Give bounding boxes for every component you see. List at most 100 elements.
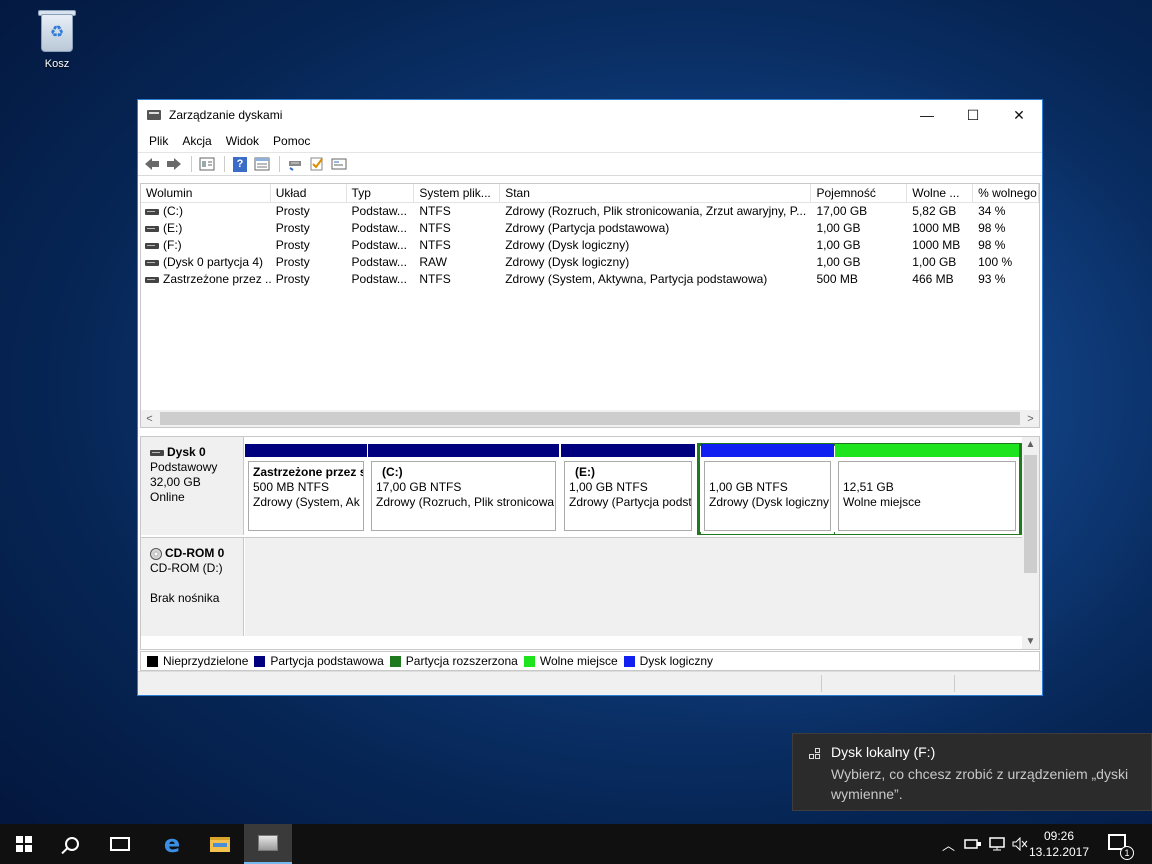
legend-item: Partycja podstawowa	[254, 654, 384, 668]
toast-notification[interactable]: Dysk lokalny (F:) Wybierz, co chcesz zro…	[792, 733, 1152, 811]
back-icon[interactable]	[142, 155, 162, 173]
partition-reserved[interactable]: Zastrzeżone przez s 500 MB NTFS Zdrowy (…	[245, 444, 367, 534]
column-header-uklad[interactable]: Układ	[271, 184, 347, 202]
menu-item-akcja[interactable]: Akcja	[175, 134, 218, 148]
volume-type: Podstaw...	[351, 238, 407, 252]
vertical-scrollbar[interactable]: ▲ ▼	[1022, 437, 1039, 649]
maximize-button[interactable]: ☐	[950, 100, 996, 130]
column-header-typ[interactable]: Typ	[347, 184, 415, 202]
legend-label: Wolne miejsce	[539, 654, 618, 668]
table-row[interactable]: (Dysk 0 partycja 4) Prosty Podstaw... RA…	[141, 254, 1039, 271]
partition-title: (E:)	[575, 465, 595, 479]
partition-color-bar	[835, 444, 1019, 457]
column-header-wolne[interactable]: Wolne ...	[907, 184, 974, 202]
partition-e[interactable]: (E:) 1,00 GB NTFS Zdrowy (Partycja podst	[561, 444, 695, 534]
recycle-bin-label: Kosz	[44, 58, 70, 70]
vertical-scroll-thumb[interactable]	[1024, 455, 1037, 573]
drive-icon	[145, 276, 159, 283]
list-view-icon[interactable]	[252, 155, 272, 173]
scroll-up-icon[interactable]: ▲	[1022, 439, 1039, 450]
forward-icon[interactable]	[164, 155, 184, 173]
scroll-right-icon[interactable]: >	[1022, 413, 1039, 425]
taskbar-clock[interactable]: 09:26 13.12.2017	[1025, 828, 1093, 860]
volume-capacity: 17,00 GB	[816, 204, 868, 218]
menu-item-pomoc[interactable]: Pomoc	[266, 134, 317, 148]
partition-c[interactable]: (C:) 17,00 GB NTFS Zdrowy (Rozruch, Plik…	[368, 444, 559, 534]
volume-name: Zastrzeżone przez ...	[163, 272, 271, 286]
help-icon[interactable]: ?	[230, 155, 250, 173]
partition-status: Zdrowy (Partycja podst	[569, 495, 692, 509]
folder-icon	[210, 836, 230, 852]
disk-management-taskbar-button[interactable]	[244, 824, 292, 864]
partition-color-bar	[368, 444, 559, 457]
column-header-stan[interactable]: Stan	[500, 184, 812, 202]
disk-name: CD-ROM 0	[165, 546, 225, 560]
partition-f-logical[interactable]: 1,00 GB NTFS Zdrowy (Dysk logiczny	[701, 444, 834, 534]
cdrom-drive: CD-ROM (D:)	[150, 561, 223, 575]
drive-icon	[145, 259, 159, 266]
table-row[interactable]: (E:) Prosty Podstaw... NTFS Zdrowy (Part…	[141, 220, 1039, 237]
disk-name: Dysk 0	[167, 445, 206, 459]
legend-label: Partycja podstawowa	[270, 654, 384, 668]
usb-tray-button[interactable]	[964, 824, 982, 864]
scroll-down-icon[interactable]: ▼	[1022, 636, 1039, 647]
menu-item-plik[interactable]: Plik	[142, 134, 175, 148]
volume-free-percent: 93 %	[978, 272, 1006, 286]
partition-status: Zdrowy (System, Ak	[253, 495, 360, 509]
disk-label-dysk-0[interactable]: Dysk 0 Podstawowy 32,00 GB Online	[141, 437, 244, 535]
menu-bar: Plik Akcja Widok Pomoc	[138, 130, 1042, 152]
recycle-bin-desktop-icon[interactable]: ♻ Kosz	[22, 8, 92, 70]
volume-free: 1,00 GB	[912, 255, 957, 269]
disk-management-app-icon	[147, 108, 163, 122]
legend-swatch	[389, 655, 401, 667]
volume-capacity: 1,00 GB	[816, 221, 861, 235]
task-view-button[interactable]	[96, 824, 144, 864]
show-hidden-icons-button[interactable]: ︿	[942, 824, 955, 864]
disk-label-cdrom-0[interactable]: CD-ROM 0 CD-ROM (D:) Brak nośnika	[141, 538, 244, 636]
table-row[interactable]: Zastrzeżone przez ... Prosty Podstaw... …	[141, 271, 1039, 288]
properties-icon[interactable]	[197, 155, 217, 173]
column-header-pojemnosc[interactable]: Pojemność	[811, 184, 908, 202]
window-title: Zarządzanie dyskami	[169, 108, 283, 122]
settings-icon[interactable]	[329, 155, 349, 173]
start-button[interactable]	[0, 824, 48, 864]
search-button[interactable]	[48, 824, 96, 864]
search-icon	[65, 837, 79, 851]
volume-list[interactable]: Wolumin Układ Typ System plik... Stan Po…	[140, 183, 1040, 428]
connect-icon[interactable]	[285, 155, 305, 173]
status-bar	[138, 671, 1042, 695]
network-tray-button[interactable]	[988, 824, 1006, 864]
network-icon	[989, 837, 1005, 851]
toolbar-separator	[191, 156, 192, 172]
file-explorer-taskbar-button[interactable]	[196, 824, 244, 864]
horizontal-scroll-thumb[interactable]	[160, 412, 1020, 425]
toolbar-separator	[279, 156, 280, 172]
close-button[interactable]: ✕	[996, 100, 1042, 130]
table-row[interactable]: (C:) Prosty Podstaw... NTFS Zdrowy (Rozr…	[141, 203, 1039, 220]
check-icon[interactable]	[307, 155, 327, 173]
partition-title: (C:)	[382, 465, 403, 479]
column-header-system-plikow[interactable]: System plik...	[414, 184, 501, 202]
disk-map: Dysk 0 Podstawowy 32,00 GB Online Zastrz…	[140, 436, 1040, 650]
drive-icon	[145, 242, 159, 249]
removable-drive-icon	[964, 839, 981, 849]
legend-swatch	[147, 655, 158, 667]
horizontal-scrollbar[interactable]: < >	[141, 410, 1039, 427]
edge-taskbar-button[interactable]: e	[148, 824, 196, 864]
partition-free-space[interactable]: 12,51 GB Wolne miejsce	[835, 444, 1019, 534]
toast-title: Dysk lokalny (F:)	[831, 744, 936, 760]
minimize-button[interactable]: —	[904, 100, 950, 130]
volume-status: Zdrowy (Dysk logiczny)	[505, 255, 630, 269]
volume-capacity: 1,00 GB	[816, 238, 861, 252]
column-header-wolumin[interactable]: Wolumin	[141, 184, 271, 202]
title-bar[interactable]: Zarządzanie dyskami — ☐ ✕	[138, 100, 1042, 130]
partition-status: Zdrowy (Dysk logiczny	[709, 495, 830, 509]
table-row[interactable]: (F:) Prosty Podstaw... NTFS Zdrowy (Dysk…	[141, 237, 1039, 254]
column-header-procent-wolnego[interactable]: % wolnego	[973, 184, 1039, 202]
legend-item: Wolne miejsce	[523, 654, 618, 668]
volume-free-percent: 34 %	[978, 204, 1006, 218]
scroll-left-icon[interactable]: <	[141, 413, 158, 425]
volume-free-percent: 100 %	[978, 255, 1013, 269]
menu-item-widok[interactable]: Widok	[219, 134, 266, 148]
volume-layout: Prosty	[275, 221, 310, 235]
